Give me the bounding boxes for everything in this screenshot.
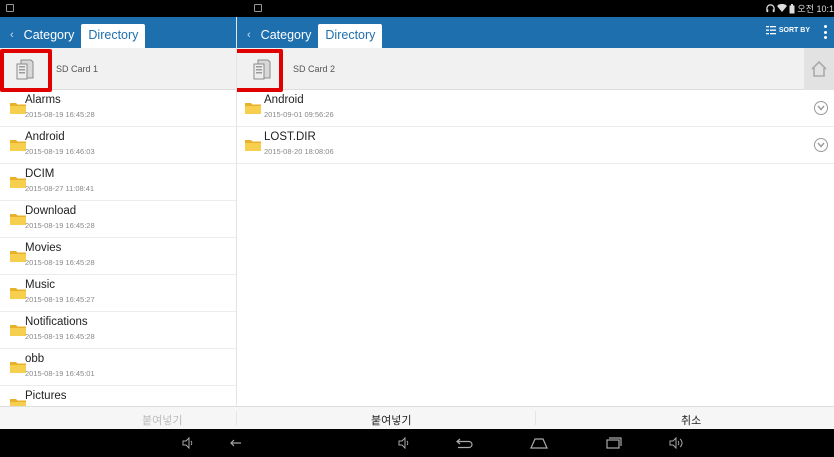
file-date: 2015-08-19 16:45:28: [25, 258, 95, 267]
folder-icon: [10, 399, 26, 406]
status-indicators: 오전 10:1: [766, 2, 834, 15]
clock: 오전 10:1: [797, 4, 834, 14]
folder-row-obb[interactable]: obb 2015-08-19 16:45:01: [0, 349, 236, 386]
folder-icon: [10, 288, 26, 299]
path-label: SD Card 1: [56, 63, 99, 74]
back-icon[interactable]: [454, 435, 474, 451]
volume-down-icon[interactable]: [180, 435, 196, 451]
folder-icon: [10, 214, 26, 225]
file-name: Movies: [25, 242, 62, 254]
volume-down-icon[interactable]: [396, 435, 412, 451]
system-nav-bar: [0, 429, 834, 457]
folder-icon: [245, 103, 261, 114]
folder-row-android[interactable]: Android 2015-08-19 16:46:03: [0, 127, 236, 164]
path-bar: SD Card 2: [237, 48, 834, 92]
left-pane: ‹ Category Directory SD Card 1 Alarms 20…: [0, 17, 236, 406]
expand-icon[interactable]: [814, 101, 828, 115]
action-bar: 붙여넣기 붙여넣기 취소: [0, 406, 834, 429]
folder-row-movies[interactable]: Movies 2015-08-19 16:45:28: [0, 238, 236, 275]
file-list: Android 2015-09-01 09:56:26 LOST.DIR 201…: [237, 90, 834, 164]
back-chevron-icon[interactable]: ‹: [10, 29, 17, 48]
file-list: Alarms 2015-08-19 16:45:28 Android 2015-…: [0, 90, 236, 406]
right-tab-bar: ‹ Category Directory SORT BY: [237, 17, 834, 48]
folder-icon: [10, 103, 26, 114]
file-name: Android: [25, 131, 65, 143]
overflow-menu-icon[interactable]: [824, 25, 828, 39]
right-pane: ‹ Category Directory SORT BY SD Card 2 A…: [236, 17, 834, 406]
file-date: 2015-08-19 16:45:01: [25, 369, 95, 378]
folder-icon: [10, 140, 26, 151]
tab-directory[interactable]: Directory: [318, 24, 383, 48]
volume-up-icon[interactable]: [668, 435, 684, 451]
back-icon[interactable]: [228, 435, 244, 451]
folder-row-dcim[interactable]: DCIM 2015-08-27 11:08:41: [0, 164, 236, 201]
folder-icon: [10, 177, 26, 188]
folder-row-lost-dir[interactable]: LOST.DIR 2015-08-20 18:08:06: [237, 127, 834, 164]
file-name: Alarms: [25, 94, 61, 106]
folder-row-music[interactable]: Music 2015-08-19 16:45:27: [0, 275, 236, 312]
file-date: 2015-09-01 09:56:26: [264, 110, 334, 119]
file-date: 2015-08-19 16:45:28: [25, 221, 95, 230]
notification-icon: [6, 4, 14, 12]
highlight-box: [0, 49, 52, 92]
file-date: 2015-08-19 16:46:03: [25, 147, 95, 156]
file-name: LOST.DIR: [264, 131, 316, 143]
tab-category[interactable]: Category: [254, 24, 319, 48]
file-name: Pictures: [25, 390, 67, 402]
file-date: 2015-08-19 16:45:28: [25, 110, 95, 119]
home-nav-icon[interactable]: [528, 435, 550, 451]
file-date: 2015-08-27 11:08:41: [25, 184, 95, 193]
file-name: Android: [264, 94, 304, 106]
folder-icon: [10, 325, 26, 336]
battery-icon: [789, 3, 795, 13]
file-name: Notifications: [25, 316, 88, 328]
file-name: obb: [25, 353, 45, 365]
folder-row-pictures[interactable]: Pictures: [0, 386, 236, 406]
divider: [236, 411, 237, 425]
highlight-box: [237, 49, 283, 92]
paste-button[interactable]: 붙여넣기: [371, 412, 411, 428]
folder-row-alarms[interactable]: Alarms 2015-08-19 16:45:28: [0, 90, 236, 127]
expand-icon[interactable]: [814, 138, 828, 152]
folder-icon: [10, 251, 26, 262]
file-name: DCIM: [25, 168, 55, 180]
file-name: Music: [25, 279, 56, 291]
folder-row-notifications[interactable]: Notifications 2015-08-19 16:45:28: [0, 312, 236, 349]
path-bar: SD Card 1: [0, 48, 236, 92]
folder-icon: [10, 362, 26, 373]
sort-by-button[interactable]: SORT BY: [765, 25, 810, 35]
recent-apps-icon[interactable]: [604, 435, 624, 451]
tab-directory[interactable]: Directory: [81, 24, 146, 48]
sort-icon: [765, 26, 776, 35]
headphone-icon: [766, 4, 776, 13]
cancel-button[interactable]: 취소: [681, 412, 701, 428]
notification-icon: [254, 4, 262, 12]
file-date: 2015-08-19 16:45:27: [25, 295, 95, 304]
folder-icon: [245, 140, 261, 151]
path-label: SD Card 2: [293, 63, 336, 74]
file-name: Download: [25, 205, 77, 217]
file-date: 2015-08-19 16:45:28: [25, 332, 95, 341]
folder-row-android[interactable]: Android 2015-09-01 09:56:26: [237, 90, 834, 127]
file-date: 2015-08-20 18:08:06: [264, 147, 334, 156]
home-icon: [811, 60, 827, 77]
status-bar: 오전 10:1: [0, 0, 834, 17]
paste-button-disabled: 붙여넣기: [142, 415, 183, 427]
folder-row-download[interactable]: Download 2015-08-19 16:45:28: [0, 201, 236, 238]
wifi-icon: [777, 4, 788, 12]
left-tab-bar: ‹ Category Directory: [0, 17, 236, 48]
home-button[interactable]: [804, 48, 834, 90]
back-chevron-icon[interactable]: ‹: [247, 29, 254, 48]
divider: [535, 411, 536, 425]
tab-category[interactable]: Category: [17, 24, 82, 48]
